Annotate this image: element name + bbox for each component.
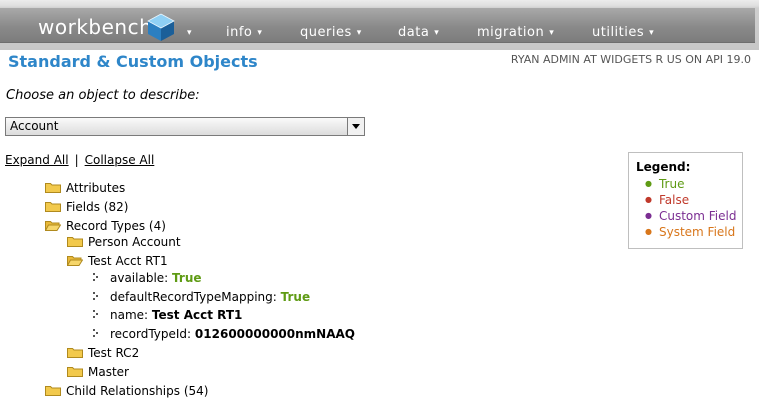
tree-node-label: Fields (82) (66, 200, 129, 214)
tree-node-label: Test Acct RT1 (88, 254, 168, 268)
leaf-bullet-icon (93, 329, 98, 337)
folder-icon (67, 367, 83, 377)
nav-data-menu[interactable]: data ▾ (398, 25, 439, 40)
object-prompt-label: Choose an object to describe: (6, 88, 200, 103)
property-value: True (280, 290, 311, 304)
link-separator: | (74, 153, 79, 167)
nav-utilities-label: utilities (592, 25, 645, 40)
tree-node-person-account[interactable]: Person Account (67, 235, 181, 249)
tree-leaf-name: name: Test Acct RT1 (93, 308, 242, 322)
tree-leaf-default-record-type-mapping: defaultRecordTypeMapping: True (93, 290, 310, 304)
folder-icon (45, 386, 61, 396)
app-logo-text[interactable]: workbench (38, 15, 152, 39)
legend-heading: Legend: (636, 160, 691, 174)
folder-icon (67, 348, 83, 358)
chevron-down-icon: ▾ (649, 28, 655, 38)
nav-data-label: data (398, 25, 430, 40)
user-info: RYAN ADMIN AT WIDGETS R US ON API 19.0 (510, 53, 751, 66)
legend-custom-field: Custom Field (645, 209, 736, 223)
expand-all-link[interactable]: Expand All (5, 153, 69, 167)
tree-node-record-types[interactable]: Record Types (4) (45, 219, 166, 233)
object-select-value: Account (10, 119, 59, 133)
leaf-bullet-icon (93, 273, 98, 281)
property-value: True (172, 271, 202, 285)
chevron-down-icon: ▾ (356, 28, 362, 38)
folder-icon (67, 237, 83, 247)
top-bar: workbench ▾ info ▾ queries ▾ data ▾ migrati… (0, 0, 759, 50)
legend-true: True (645, 177, 685, 191)
tree-node-child-relationships[interactable]: Child Relationships (54) (45, 384, 208, 398)
property-key: name: (110, 308, 149, 322)
tree-node-test-acct-rt1[interactable]: Test Acct RT1 (67, 254, 168, 268)
nav-info-label: info (226, 25, 253, 40)
tree-node-label: Attributes (66, 181, 126, 195)
tree-node-label: Person Account (88, 235, 181, 249)
nav-queries-menu[interactable]: queries ▾ (300, 25, 362, 40)
nav-strip: workbench ▾ info ▾ queries ▾ data ▾ migrati… (0, 8, 755, 43)
tree-leaf-record-type-id: recordTypeId: 012600000000nmNAAQ (93, 327, 355, 341)
collapse-all-link[interactable]: Collapse All (85, 153, 155, 167)
workbench-cube-icon[interactable] (146, 12, 176, 42)
tree-leaf-available: available: True (93, 271, 202, 285)
tree-node-label: Record Types (4) (66, 219, 166, 233)
tree-node-label: Test RC2 (88, 346, 140, 360)
open-folder-icon (45, 221, 61, 231)
dropdown-arrow-icon[interactable] (347, 118, 364, 135)
property-key: defaultRecordTypeMapping: (110, 290, 277, 304)
tree-node-attributes[interactable]: Attributes (45, 181, 125, 195)
tree-node-master[interactable]: Master (67, 365, 129, 379)
leaf-bullet-icon (93, 310, 98, 318)
nav-info-menu[interactable]: info ▾ (226, 25, 262, 40)
expand-collapse-links: Expand All | Collapse All (5, 153, 154, 167)
object-select[interactable]: Account (5, 117, 365, 136)
chevron-down-icon: ▾ (257, 28, 263, 38)
nav-migration-menu[interactable]: migration ▾ (477, 25, 554, 40)
legend-box: Legend: True False Custom Field System F… (628, 152, 743, 249)
folder-icon (45, 202, 61, 212)
chevron-down-icon: ▾ (549, 28, 555, 38)
nav-utilities-menu[interactable]: utilities ▾ (592, 25, 654, 40)
tree-node-label: Child Relationships (54) (66, 384, 209, 398)
tree-node-fields[interactable]: Fields (82) (45, 200, 128, 214)
folder-icon (45, 183, 61, 193)
legend-false: False (645, 193, 689, 207)
property-value: 012600000000nmNAAQ (194, 327, 355, 341)
property-value: Test Acct RT1 (151, 308, 243, 322)
open-folder-icon (67, 256, 83, 266)
property-key: available: (110, 271, 169, 285)
tree-node-label: Master (88, 365, 129, 379)
legend-system-field: System Field (645, 225, 735, 239)
nav-queries-label: queries (300, 25, 352, 40)
leaf-bullet-icon (93, 292, 98, 300)
chevron-down-icon: ▾ (434, 28, 440, 38)
nav-migration-label: migration (477, 25, 545, 40)
nav-logo-dropdown-caret-icon[interactable]: ▾ (182, 25, 192, 40)
tree-node-test-rc2[interactable]: Test RC2 (67, 346, 139, 360)
property-key: recordTypeId: (110, 327, 192, 341)
page-title: Standard & Custom Objects (8, 52, 258, 71)
